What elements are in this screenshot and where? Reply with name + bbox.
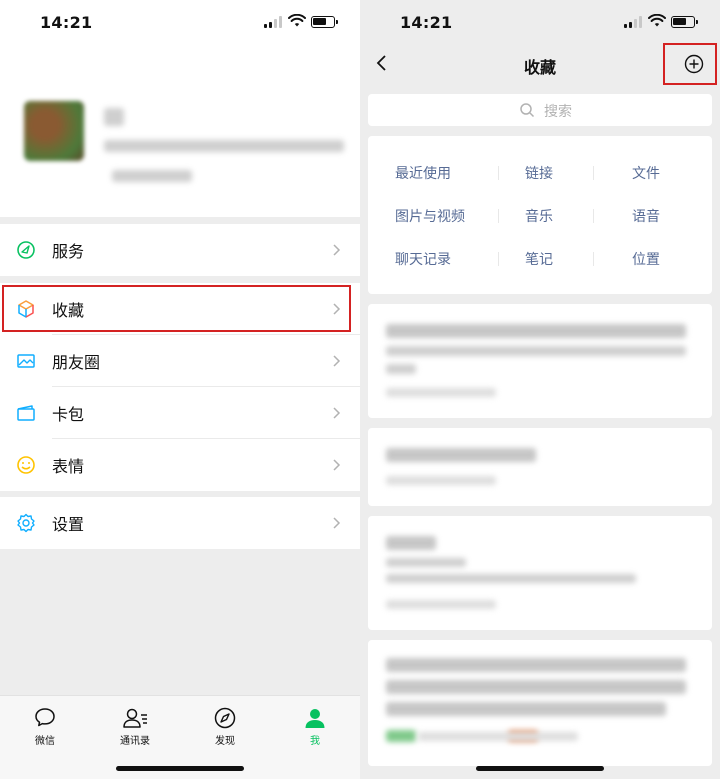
wechat-id-blurred [104, 140, 344, 152]
favorite-card[interactable] [368, 428, 712, 506]
category-photos-videos[interactable]: 图片与视频 [395, 206, 465, 226]
tab-label-contacts: 通讯录 [120, 736, 150, 747]
tab-me[interactable]: 我 [285, 706, 345, 747]
home-indicator [116, 766, 244, 771]
favorite-card[interactable] [368, 304, 712, 418]
add-button-highlight-box [663, 43, 717, 85]
status-time: 14:21 [400, 13, 453, 32]
category-grid: 最近使用 链接 文件 图片与视频 音乐 语音 聊天记录 笔记 位置 [368, 136, 712, 294]
category-recent[interactable]: 最近使用 [395, 163, 451, 183]
favorite-card[interactable] [368, 516, 712, 630]
me-screen: 14:21 服务 收藏 朋友圈 卡包 表情 设置 微信 通讯录 发现 我 [0, 0, 360, 779]
moments-image-icon [17, 354, 35, 368]
home-indicator [476, 766, 604, 771]
status-blurred [112, 170, 192, 182]
search-bar[interactable]: 搜索 [368, 94, 712, 126]
tab-discover[interactable]: 发现 [195, 706, 255, 747]
avatar[interactable] [24, 101, 84, 161]
tab-label-chats: 微信 [35, 736, 55, 747]
contacts-icon [123, 708, 147, 728]
category-chat-history[interactable]: 聊天记录 [395, 249, 451, 269]
smiley-icon [17, 456, 35, 474]
menu-item-cards[interactable]: 卡包 [0, 387, 360, 439]
tab-chats[interactable]: 微信 [15, 706, 75, 747]
category-voice[interactable]: 语音 [632, 206, 660, 226]
cellular-signal-icon [264, 16, 282, 28]
profile-header[interactable]: 14:21 [0, 0, 360, 217]
chevron-right-icon [333, 355, 341, 367]
chevron-right-icon [333, 459, 341, 471]
menu-item-stickers[interactable]: 表情 [0, 439, 360, 491]
favorites-highlight-box [2, 285, 351, 332]
tab-label-me: 我 [310, 736, 320, 747]
category-notes[interactable]: 笔记 [525, 249, 553, 269]
menu-label-moments: 朋友圈 [52, 353, 101, 372]
wifi-icon [648, 14, 666, 27]
chevron-right-icon [333, 517, 341, 529]
category-location[interactable]: 位置 [632, 249, 660, 269]
battery-icon [311, 16, 338, 28]
category-links[interactable]: 链接 [525, 163, 553, 183]
tab-contacts[interactable]: 通讯录 [105, 706, 165, 747]
tab-label-discover: 发现 [215, 736, 235, 747]
favorite-card[interactable] [368, 640, 712, 766]
favorites-screen: 14:21 收藏 搜索 最近使用 链接 文件 图片与视频 音乐 语音 聊天记录 … [360, 0, 720, 779]
chevron-right-icon [333, 244, 341, 256]
settings-group: 设置 [0, 497, 360, 549]
status-bar: 14:21 [360, 0, 720, 46]
nickname-blurred [104, 108, 124, 126]
person-filled-icon [305, 709, 325, 728]
menu-label-stickers: 表情 [52, 457, 85, 476]
menu-label-services: 服务 [52, 242, 85, 261]
menu-item-settings[interactable]: 设置 [0, 497, 360, 549]
card-wallet-icon [17, 405, 35, 421]
menu-item-moments[interactable]: 朋友圈 [0, 335, 360, 387]
status-bar: 14:21 [0, 0, 360, 46]
category-files[interactable]: 文件 [632, 163, 660, 183]
menu-item-services[interactable]: 服务 [0, 224, 360, 276]
gear-icon [17, 513, 35, 533]
menu-label-settings: 设置 [52, 515, 85, 534]
services-group: 服务 [0, 224, 360, 276]
cellular-signal-icon [624, 16, 642, 28]
chat-bubble-icon [35, 708, 55, 727]
battery-icon [671, 16, 698, 28]
category-music[interactable]: 音乐 [525, 206, 553, 226]
services-icon [17, 241, 35, 259]
menu-label-cards: 卡包 [52, 405, 85, 424]
chevron-right-icon [333, 407, 341, 419]
status-time: 14:21 [40, 13, 93, 32]
search-icon [520, 103, 535, 118]
compass-icon [214, 707, 236, 729]
search-placeholder: 搜索 [544, 104, 572, 120]
wifi-icon [288, 14, 306, 27]
